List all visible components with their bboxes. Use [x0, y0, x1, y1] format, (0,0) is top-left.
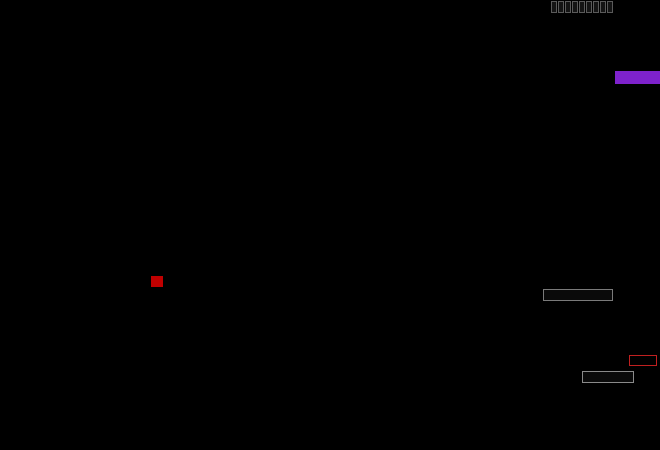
- toolbar-button-nei[interactable]: [551, 1, 557, 13]
- volume-pane-header: [3, 288, 26, 300]
- ma20-value-label: [17, 1, 18, 14]
- chart-canvas[interactable]: [0, 0, 660, 450]
- toolbar-button-ma[interactable]: [565, 1, 571, 13]
- toolbar-button-add-watchlist[interactable]: [558, 1, 564, 13]
- toolbar-button-exright[interactable]: [572, 1, 578, 13]
- volume-indicator-selector[interactable]: [543, 289, 613, 301]
- toolbar-button-forecast[interactable]: [593, 1, 599, 13]
- mavol5-label: [14, 288, 15, 300]
- indicator-help-button[interactable]: [582, 371, 634, 383]
- mini-toolbar: [594, 280, 599, 289]
- toolbar-button-cluster: [550, 1, 660, 13]
- stock-chart-app: [0, 0, 660, 450]
- mavol10-label: [25, 288, 26, 300]
- toolbar-dropdown-icon[interactable]: [607, 1, 613, 13]
- last-price-tag: [615, 71, 660, 84]
- toolbar-button-window[interactable]: [586, 1, 592, 13]
- total-lots-label: [3, 288, 4, 300]
- toolbar-button-overlay[interactable]: [579, 1, 585, 13]
- financial-report-badge[interactable]: [151, 276, 163, 287]
- ma120-value-label: [25, 1, 26, 14]
- top-header-bar: [0, 0, 660, 14]
- goto-latest-icon[interactable]: [600, 1, 606, 13]
- indicator-value: [9, 372, 10, 384]
- indicator-pane-header: [3, 372, 10, 384]
- volume-unit-label: [629, 355, 657, 366]
